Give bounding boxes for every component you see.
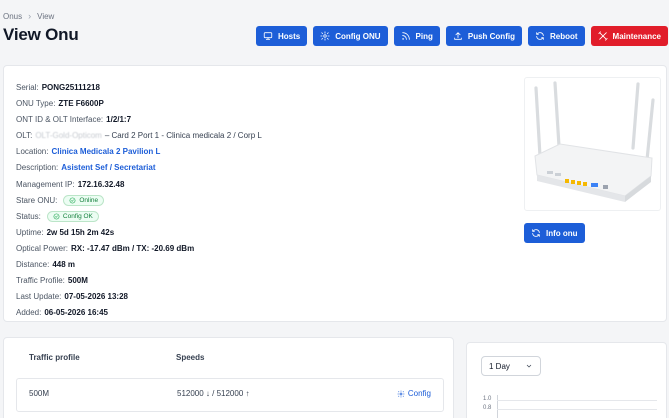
chevron-right-icon: › (28, 11, 32, 21)
detail-description: Description: Asistent Sef / Secretariat (16, 160, 262, 176)
reboot-button-label: Reboot (549, 31, 578, 41)
tools-icon (597, 31, 608, 41)
description-link[interactable]: Asistent Sef / Secretariat (61, 160, 155, 176)
hosts-button-label: Hosts (277, 31, 301, 41)
monitor-icon (263, 32, 273, 40)
detail-olt: OLT: OLT-Gold-Opticom – Card 2 Port 1 - Cl… (16, 128, 262, 144)
y-axis (497, 395, 498, 418)
onu-device-image (524, 77, 661, 211)
ping-button[interactable]: Ping (393, 26, 440, 46)
detail-traffic-profile: Traffic Profile: 500M (16, 276, 88, 286)
ping-button-label: Ping (415, 31, 433, 41)
table-row: 500M 512000 ↓ / 512000 ↑ Config (17, 389, 443, 398)
column-header-speeds: Speeds (176, 353, 205, 362)
detail-status: Status: Config OK (16, 209, 262, 225)
detail-distance: Distance: 448 m (16, 260, 76, 270)
traffic-table-header: Traffic profile Speeds (16, 353, 444, 362)
traffic-profile-cell: 500M (29, 389, 50, 398)
detail-onu-type: ONU Type: ZTE F6600P (16, 99, 104, 109)
detail-added: Added: 06-05-2026 16:45 (16, 308, 108, 318)
traffic-table-body: 500M 512000 ↓ / 512000 ↑ Config (16, 378, 444, 412)
info-onu-button-label: Info onu (546, 228, 578, 238)
column-header-traffic-profile: Traffic profile (29, 353, 80, 362)
gridline (497, 409, 657, 410)
detail-last-update: Last Update: 07-05-2026 13:28 (16, 292, 128, 302)
traffic-profile-card: Traffic profile Speeds 500M 512000 ↓ / 5… (3, 337, 454, 418)
chevron-down-icon (526, 364, 532, 368)
config-onu-button[interactable]: Config ONU (313, 26, 388, 46)
reboot-button[interactable]: Reboot (527, 26, 585, 46)
y-tick-label: 1.0 (483, 396, 492, 402)
push-config-button[interactable]: Push Config (445, 26, 522, 46)
onu-details-card: Serial: PONG25111218 ONU Type: ZTE F6600P … (3, 65, 667, 322)
check-circle-icon (53, 213, 60, 220)
period-select[interactable]: 1 Day (481, 356, 541, 376)
upload-icon (454, 32, 462, 40)
detail-management-ip: Management IP: 172.16.32.48 (16, 179, 125, 189)
detail-stare-onu: Stare ONU: Online (16, 193, 262, 209)
detail-uptime: Uptime: 2w 5d 15h 2m 42s (16, 227, 115, 237)
config-onu-button-label: Config ONU (335, 31, 381, 41)
config-link[interactable]: Config (397, 389, 431, 398)
gear-icon (397, 390, 405, 397)
online-status-badge: Online (63, 195, 105, 207)
action-toolbar: Hosts Config ONU Ping Push Config Reboot… (255, 26, 668, 46)
detail-serial: Serial: PONG25111218 (16, 83, 100, 92)
check-circle-icon (69, 197, 76, 204)
onu-details-list: Serial: PONG25111218 ONU Type: ZTE F6600P … (16, 80, 262, 321)
gear-icon (320, 31, 330, 41)
push-config-button-label: Push Config (467, 31, 515, 41)
refresh-icon (532, 229, 540, 237)
maintenance-button-label: Maintenance (612, 31, 661, 41)
router-illustration (534, 81, 655, 202)
config-status-badge: Config OK (46, 211, 99, 223)
breadcrumb-current: View (37, 11, 55, 21)
rss-icon (401, 32, 410, 40)
maintenance-button[interactable]: Maintenance (590, 26, 668, 46)
hosts-button[interactable]: Hosts (255, 26, 308, 46)
period-select-value: 1 Day (489, 361, 510, 371)
location-link[interactable]: Clinica Medicala 2 Pavilion L (51, 144, 160, 160)
olt-name-obscured: OLT-Gold-Opticom (35, 131, 102, 141)
page-title: View Onu (3, 25, 79, 44)
y-tick-label: 0.8 (483, 405, 492, 411)
gridline (497, 400, 657, 401)
breadcrumb: Onus › View (3, 11, 54, 21)
info-onu-button[interactable]: Info onu (524, 223, 585, 243)
breadcrumb-parent[interactable]: Onus (3, 12, 22, 21)
detail-location: Location: Clinica Medicala 2 Pavilion L (16, 144, 262, 160)
traffic-graph-card: 1 Day 1.0 0.8 (466, 342, 667, 418)
detail-ont-id: ONT ID & OLT Interface: 1/2/1:7 (16, 115, 132, 125)
refresh-icon (536, 32, 544, 40)
speeds-cell: 512000 ↓ / 512000 ↑ (177, 389, 250, 398)
detail-optical-power: Optical Power: RX: -17.47 dBm / TX: -20.6… (16, 243, 195, 253)
